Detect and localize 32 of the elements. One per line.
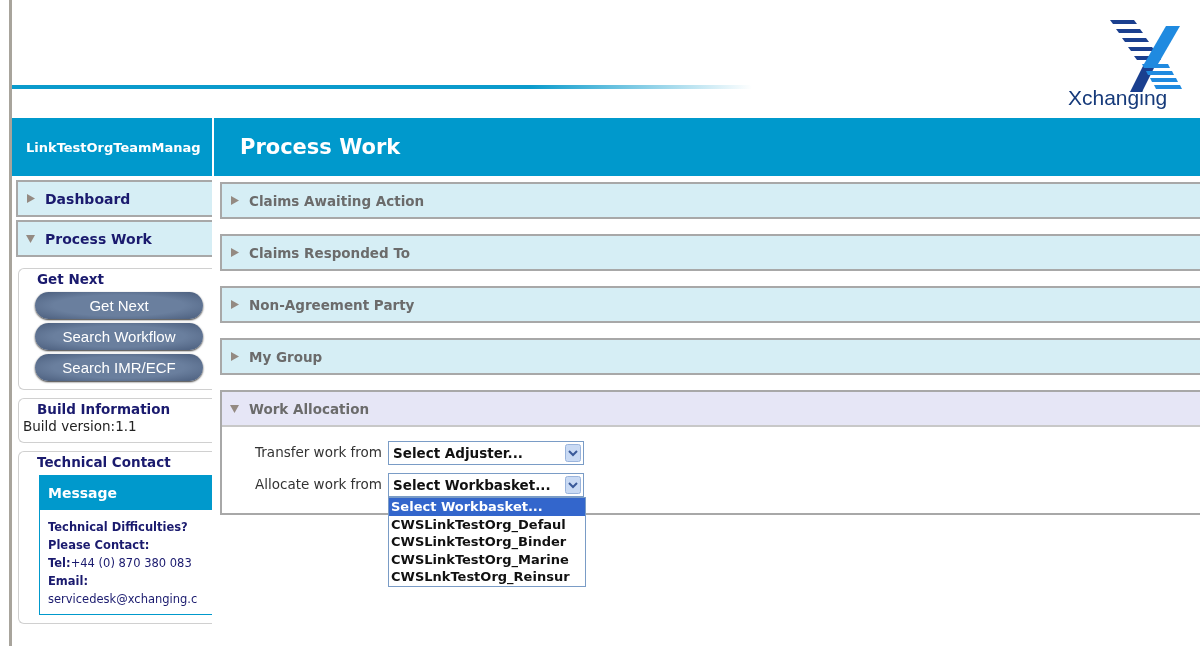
message-title: Message: [40, 476, 212, 510]
expanded-triangle-icon: [26, 234, 35, 243]
select-field[interactable]: Select Adjuster...: [388, 441, 584, 465]
section-header[interactable]: My Group: [222, 340, 1200, 373]
nav-item[interactable]: Process Work: [16, 220, 212, 257]
message-line: Tel:+44 (0) 870 380 083: [48, 555, 193, 572]
build-version: Build version:1.1: [23, 418, 138, 434]
section-header[interactable]: Claims Awaiting Action: [222, 184, 1200, 217]
collapsed-triangle-icon: [230, 352, 239, 361]
dropdown-option[interactable]: Select Workbasket...: [389, 498, 585, 516]
action-button[interactable]: Search Workflow: [35, 323, 203, 350]
logo-text: Xchanging: [1068, 86, 1168, 110]
field-label: Allocate work from: [255, 475, 382, 494]
section-header[interactable]: Work Allocation: [222, 392, 1200, 425]
collapsed-triangle-icon: [26, 194, 35, 203]
user-name: LinkTestOrgTeamManag: [12, 118, 212, 176]
nav-item[interactable]: Dashboard: [16, 180, 212, 217]
action-button[interactable]: Search IMR/ECF: [35, 354, 203, 381]
collapsed-triangle-icon: [230, 248, 239, 257]
section-header[interactable]: Claims Responded To: [222, 236, 1200, 269]
message-line: servicedesk@xchanging.c: [48, 591, 199, 608]
page-title: Process Work: [214, 118, 1200, 176]
select-field[interactable]: Select Workbasket...: [388, 473, 584, 497]
message-line: Please Contact:: [48, 537, 151, 554]
message-line: Technical Difficulties?: [48, 519, 189, 536]
message-line: Email:: [48, 573, 90, 590]
section-header[interactable]: Non-Agreement Party: [222, 288, 1200, 321]
action-button[interactable]: Get Next: [35, 292, 203, 319]
collapsed-triangle-icon: [230, 300, 239, 309]
collapsed-triangle-icon: [230, 196, 239, 205]
expanded-triangle-icon: [230, 404, 239, 413]
field-label: Transfer work from: [255, 443, 382, 462]
